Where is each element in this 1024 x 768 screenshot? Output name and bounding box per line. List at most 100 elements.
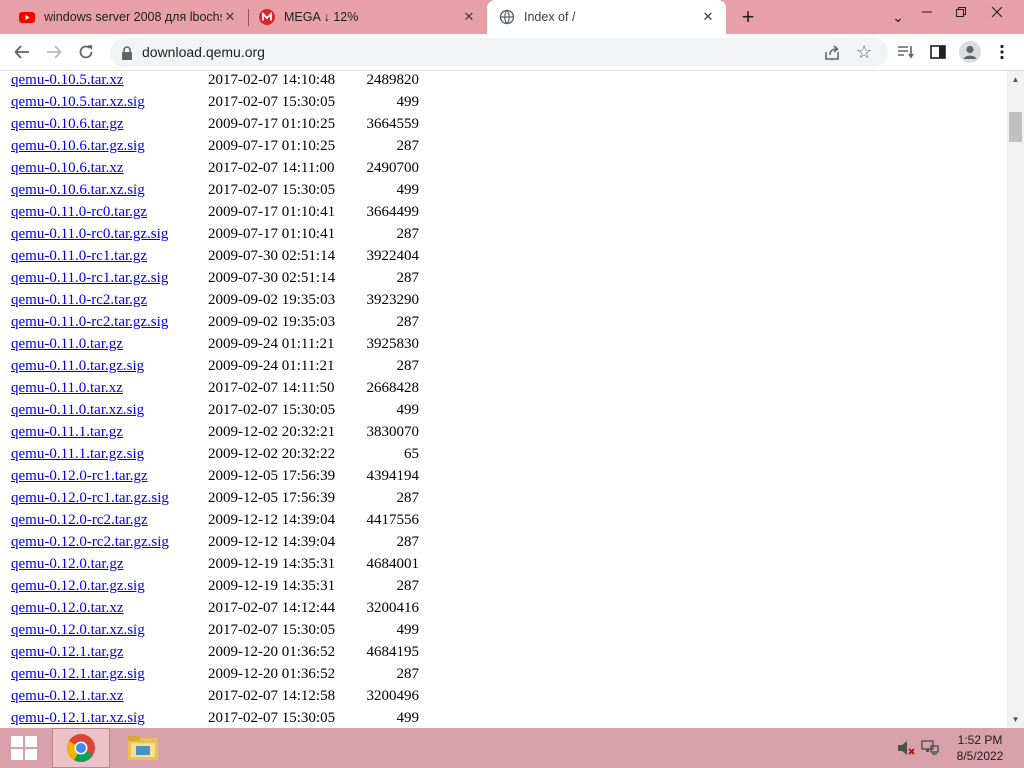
side-panel-icon[interactable] — [924, 38, 952, 66]
file-date: 2009-12-12 14:39:04 — [208, 511, 336, 528]
file-link[interactable]: qemu-0.12.0-rc1.tar.gz — [11, 468, 208, 485]
file-link[interactable]: qemu-0.12.0-rc2.tar.gz.sig — [11, 534, 208, 551]
file-size: 287 — [396, 137, 420, 154]
tab-title: Index of / — [524, 10, 576, 24]
lock-icon[interactable] — [120, 45, 134, 61]
file-link[interactable]: qemu-0.11.1.tar.gz.sig — [11, 446, 208, 463]
file-link[interactable]: qemu-0.11.0-rc1.tar.gz — [11, 248, 208, 265]
tab-index-of[interactable]: Index of / ✕ — [487, 0, 726, 34]
close-icon[interactable]: ✕ — [461, 9, 477, 25]
menu-kebab-icon[interactable] — [988, 38, 1016, 66]
url-text[interactable]: download.qemu.org — [142, 44, 265, 60]
file-date: 2009-12-02 20:32:22 — [208, 445, 336, 462]
scroll-thumb[interactable] — [1009, 112, 1022, 142]
file-row: qemu-0.12.1.tar.gz 2009-12-20 01:36:52 468… — [11, 641, 419, 663]
address-bar[interactable]: download.qemu.org ☆ — [110, 38, 888, 67]
file-link[interactable]: qemu-0.12.0-rc2.tar.gz — [11, 512, 208, 529]
taskbar-chrome-button[interactable] — [52, 728, 110, 768]
restore-icon[interactable] — [944, 0, 978, 24]
network-icon[interactable] — [921, 740, 939, 756]
file-link[interactable]: qemu-0.12.0.tar.gz.sig — [11, 578, 208, 595]
window-close-icon[interactable] — [980, 0, 1014, 24]
file-link[interactable]: qemu-0.10.5.tar.xz.sig — [11, 94, 208, 111]
file-row: qemu-0.12.0.tar.gz.sig 2009-12-19 14:35:3… — [11, 575, 419, 597]
profile-avatar-icon[interactable] — [956, 38, 984, 66]
close-icon[interactable]: ✕ — [700, 9, 716, 25]
file-date: 2009-12-05 17:56:39 — [208, 467, 336, 484]
file-row: qemu-0.12.0.tar.xz.sig 2017-02-07 15:30:0… — [11, 619, 419, 641]
scroll-up-arrow-icon[interactable]: ▲ — [1007, 71, 1024, 88]
folder-icon — [128, 736, 158, 760]
tab-search-icon[interactable]: ⌄ — [888, 8, 908, 26]
file-date: 2009-09-02 19:35:03 — [208, 291, 336, 308]
file-link[interactable]: qemu-0.11.0-rc2.tar.gz.sig — [11, 314, 208, 331]
file-link[interactable]: qemu-0.11.0.tar.gz — [11, 336, 208, 353]
close-icon[interactable]: ✕ — [222, 9, 238, 25]
file-link[interactable]: qemu-0.12.0-rc1.tar.gz.sig — [11, 490, 208, 507]
file-link[interactable]: qemu-0.12.1.tar.xz.sig — [11, 710, 208, 727]
file-date: 2009-12-19 14:35:31 — [208, 555, 336, 572]
file-row: qemu-0.10.5.tar.xz 2017-02-07 14:10:48 248… — [11, 71, 419, 91]
tab-title: MEGA ↓ 12% — [284, 10, 359, 24]
tab-youtube[interactable]: windows server 2008 для lbochs ✕ — [0, 0, 248, 34]
file-row: qemu-0.11.0-rc2.tar.gz 2009-09-02 19:35:0… — [11, 289, 419, 311]
file-row: qemu-0.12.0-rc2.tar.gz 2009-12-12 14:39:0… — [11, 509, 419, 531]
system-clock[interactable]: 1:52 PM 8/5/2022 — [945, 732, 1015, 764]
file-row: qemu-0.12.1.tar.xz.sig 2017-02-07 15:30:0… — [11, 707, 419, 728]
file-link[interactable]: qemu-0.10.6.tar.gz — [11, 116, 208, 133]
file-date: 2009-12-02 20:32:21 — [208, 423, 336, 440]
file-size: 3200496 — [366, 687, 420, 704]
windows-logo-icon — [11, 736, 37, 760]
back-icon[interactable] — [8, 38, 36, 66]
file-size: 3923290 — [366, 291, 420, 308]
reading-list-icon[interactable] — [892, 38, 920, 66]
file-link[interactable]: qemu-0.12.0.tar.xz.sig — [11, 622, 208, 639]
file-link[interactable]: qemu-0.11.0.tar.xz.sig — [11, 402, 208, 419]
start-button[interactable] — [0, 728, 48, 768]
file-link[interactable]: qemu-0.10.5.tar.xz — [11, 72, 208, 89]
file-date: 2009-12-05 17:56:39 — [208, 489, 336, 506]
minimize-icon[interactable] — [910, 0, 944, 24]
file-date: 2009-07-17 01:10:25 — [208, 115, 336, 132]
file-link[interactable]: qemu-0.12.1.tar.gz — [11, 644, 208, 661]
share-icon[interactable] — [822, 43, 842, 63]
file-date: 2017-02-07 14:10:48 — [208, 71, 336, 88]
file-link[interactable]: qemu-0.12.1.tar.xz — [11, 688, 208, 705]
file-link[interactable]: qemu-0.11.0-rc2.tar.gz — [11, 292, 208, 309]
vertical-scrollbar[interactable]: ▲ ▼ — [1007, 71, 1024, 728]
file-link[interactable]: qemu-0.11.0-rc0.tar.gz.sig — [11, 226, 208, 243]
clock-date: 8/5/2022 — [956, 749, 1004, 763]
file-link[interactable]: qemu-0.10.6.tar.gz.sig — [11, 138, 208, 155]
file-row: qemu-0.12.0-rc1.tar.gz.sig 2009-12-05 17:… — [11, 487, 419, 509]
file-size: 499 — [396, 93, 420, 110]
file-size: 3664559 — [366, 115, 420, 132]
file-link[interactable]: qemu-0.11.1.tar.gz — [11, 424, 208, 441]
volume-muted-icon[interactable] — [897, 740, 915, 756]
tab-mega[interactable]: MEGA ↓ 12% ✕ — [249, 0, 487, 34]
taskbar-file-explorer-button[interactable] — [114, 728, 172, 768]
file-link[interactable]: qemu-0.11.0.tar.gz.sig — [11, 358, 208, 375]
scroll-down-arrow-icon[interactable]: ▼ — [1007, 711, 1024, 728]
file-link[interactable]: qemu-0.10.6.tar.xz — [11, 160, 208, 177]
file-size: 4684195 — [366, 643, 420, 660]
file-date: 2009-09-24 01:11:21 — [208, 357, 335, 374]
file-link[interactable]: qemu-0.12.0.tar.gz — [11, 556, 208, 573]
reload-icon[interactable] — [72, 38, 100, 66]
file-date: 2009-12-19 14:35:31 — [208, 577, 336, 594]
file-link[interactable]: qemu-0.12.0.tar.xz — [11, 600, 208, 617]
file-row: qemu-0.11.1.tar.gz.sig 2009-12-02 20:32:2… — [11, 443, 419, 465]
bookmark-star-icon[interactable]: ☆ — [856, 42, 872, 62]
forward-icon[interactable] — [40, 38, 68, 66]
file-link[interactable]: qemu-0.10.6.tar.xz.sig — [11, 182, 208, 199]
file-link[interactable]: qemu-0.11.0-rc0.tar.gz — [11, 204, 208, 221]
file-link[interactable]: qemu-0.11.0.tar.xz — [11, 380, 208, 397]
tab-title: windows server 2008 для lbochs — [44, 10, 222, 24]
page-viewport: qemu-0.10.5.tar.xz 2017-02-07 14:10:48 248… — [0, 71, 1007, 728]
file-link[interactable]: qemu-0.11.0-rc1.tar.gz.sig — [11, 270, 208, 287]
new-tab-button[interactable]: + — [736, 4, 760, 29]
file-link[interactable]: qemu-0.12.1.tar.gz.sig — [11, 666, 208, 683]
file-row: qemu-0.11.0-rc0.tar.gz 2009-07-17 01:10:4… — [11, 201, 419, 223]
file-size: 287 — [396, 489, 420, 506]
file-row: qemu-0.12.0.tar.xz 2017-02-07 14:12:44 320… — [11, 597, 419, 619]
file-date: 2009-07-30 02:51:14 — [208, 269, 336, 286]
